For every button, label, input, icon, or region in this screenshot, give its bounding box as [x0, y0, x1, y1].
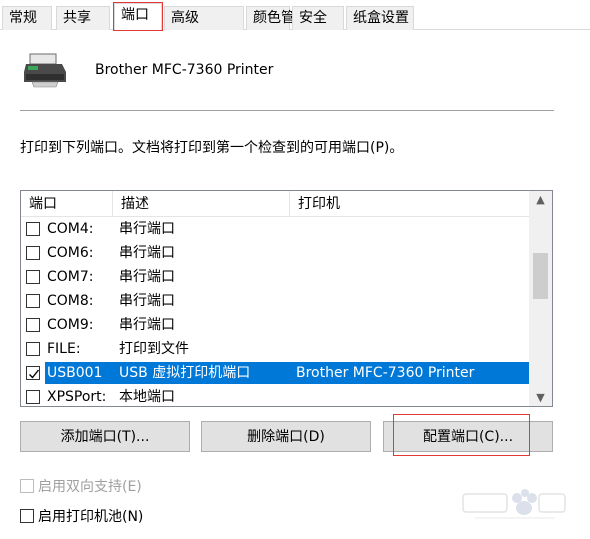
pooling-checkbox[interactable] [20, 509, 34, 523]
bidirectional-label: 启用双向支持(E) [38, 479, 142, 495]
table-row[interactable]: COM7: 串行端口 [21, 265, 530, 289]
tab-advanced[interactable]: 高级 [164, 6, 244, 30]
port-name: COM8: [47, 293, 94, 309]
port-checkbox[interactable] [26, 342, 40, 356]
tab-sharing[interactable]: 共享 [56, 6, 110, 30]
checkmark-icon [29, 369, 40, 379]
table-row[interactable]: FILE: 打印到文件 [21, 337, 530, 361]
table-row[interactable]: COM8: 串行端口 [21, 289, 530, 313]
tab-color-management[interactable]: 颜色管理 [246, 6, 309, 30]
tab-general[interactable]: 常规 [2, 6, 52, 30]
column-header-description[interactable]: 描述 [113, 191, 290, 217]
tab-label: 常规 [9, 10, 37, 26]
tab-label: 端口 [121, 7, 149, 23]
tab-label: 高级 [171, 10, 199, 26]
tab-label: 安全 [299, 10, 327, 26]
table-row[interactable]: COM9: 串行端口 [21, 313, 530, 337]
ports-list[interactable]: 端口 描述 打印机 COM4: 串行端口 COM6: 串行端口 COM7: 串行… [20, 190, 553, 407]
printer-pooling-option[interactable]: 启用打印机池(N) [20, 509, 143, 525]
port-name: COM9: [47, 317, 94, 333]
port-description: 串行端口 [119, 293, 175, 309]
table-row-selected[interactable]: USB001 USB 虚拟打印机端口 Brother MFC-7360 Prin… [21, 361, 530, 385]
configure-port-button[interactable]: 配置端口(C)... [383, 421, 553, 452]
port-checkbox[interactable] [26, 390, 40, 404]
scrollbar-thumb[interactable] [533, 253, 548, 299]
port-checkbox[interactable] [26, 222, 40, 236]
table-row[interactable]: COM6: 串行端口 [21, 241, 530, 265]
port-description: 串行端口 [119, 245, 175, 261]
port-name: FILE: [47, 341, 81, 357]
port-name: COM6: [47, 245, 94, 261]
delete-port-button[interactable]: 删除端口(D) [201, 421, 371, 452]
port-checkbox[interactable] [26, 294, 40, 308]
port-checkbox-checked[interactable] [26, 366, 40, 380]
tab-ports[interactable]: 端口 [113, 2, 163, 31]
separator [20, 110, 554, 111]
list-header: 端口 描述 打印机 [21, 191, 530, 217]
port-name: COM7: [47, 269, 94, 285]
port-description: 串行端口 [119, 269, 175, 285]
column-header-printer[interactable]: 打印机 [290, 191, 530, 217]
tab-security[interactable]: 安全 [292, 6, 344, 30]
vertical-scrollbar[interactable]: ▲ ▼ [529, 191, 552, 406]
scroll-up-arrow-icon[interactable]: ▲ [529, 191, 552, 208]
port-name: USB001 [47, 365, 103, 381]
port-checkbox[interactable] [26, 318, 40, 332]
port-name: XPSPort: [47, 389, 107, 405]
ports-description: 打印到下列端口。文档将打印到第一个检查到的可用端口(P)。 [20, 140, 404, 156]
table-row[interactable]: COM4: 串行端口 [21, 217, 530, 241]
port-description: USB 虚拟打印机端口 [119, 365, 251, 381]
port-name: COM4: [47, 221, 94, 237]
scroll-down-arrow-icon[interactable]: ▼ [529, 389, 552, 406]
printer-name: Brother MFC-7360 Printer [95, 62, 274, 78]
list-rows: COM4: 串行端口 COM6: 串行端口 COM7: 串行端口 COM8: 串… [21, 217, 530, 406]
column-header-port[interactable]: 端口 [21, 191, 113, 217]
printer-icon [24, 53, 66, 88]
pooling-label: 启用打印机池(N) [38, 509, 144, 525]
table-row[interactable]: XPSPort: 本地端口 [21, 385, 530, 406]
tab-label: 纸盒设置 [353, 10, 409, 26]
watermark-logo-icon [462, 489, 566, 519]
port-description: 串行端口 [119, 317, 175, 333]
tab-bar: 常规 共享 端口 高级 颜色管理 安全 纸盒设置 [0, 0, 590, 31]
port-description: 打印到文件 [119, 341, 189, 357]
tab-tray-settings[interactable]: 纸盒设置 [346, 6, 414, 30]
port-checkbox[interactable] [26, 270, 40, 284]
port-description: 串行端口 [119, 221, 175, 237]
port-description: 本地端口 [119, 389, 175, 405]
port-checkbox[interactable] [26, 246, 40, 260]
tab-label: 共享 [63, 10, 91, 26]
port-printer: Brother MFC-7360 Printer [296, 365, 475, 381]
bidirectional-checkbox [20, 479, 34, 493]
add-port-button[interactable]: 添加端口(T)... [20, 421, 190, 452]
bidirectional-support-option: 启用双向支持(E) [20, 479, 142, 495]
